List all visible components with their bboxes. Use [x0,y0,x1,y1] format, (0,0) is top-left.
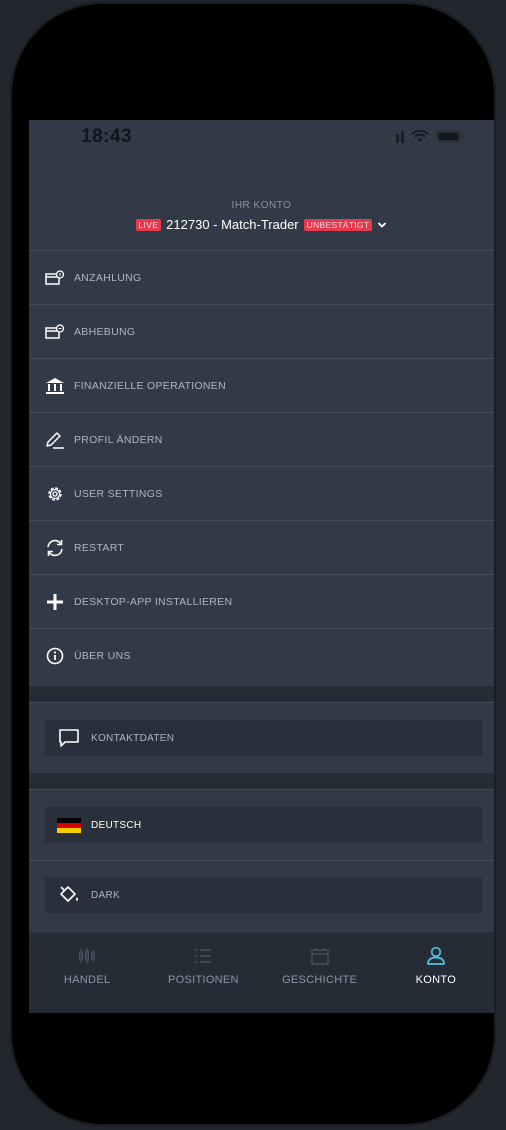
contact-section: KONTAKTDATEN [29,702,494,774]
account-menu: ANZAHLUNG ABHEBUNG FINANZIELLE OPERATION… [29,250,494,682]
status-icons [386,130,464,143]
theme-selector[interactable]: DARK [45,877,482,913]
unconfirmed-badge: UNBESTÄTIGT [303,218,373,231]
tab-geschichte[interactable]: GESCHICHTE [262,933,378,1013]
divider [29,860,494,861]
tab-label-konto: KONTO [415,974,457,986]
tab-label-handel: HANDEL [63,974,111,986]
candlestick-icon [76,945,98,967]
menu-item-financial-operations[interactable]: FINANZIELLE OPERATIONEN [29,358,494,412]
german-flag-icon [57,814,81,836]
tab-label-positionen: POSITIONEN [167,974,239,986]
tab-konto[interactable]: KONTO [378,933,494,1013]
bottom-tab-bar: HANDEL POSITIONEN GESCHICHTE KONTO [29,932,494,1013]
account-name: 212730 - Match-Trader [166,217,299,232]
language-label: DEUTSCH [91,819,142,831]
menu-item-edit-profile[interactable]: PROFIL ÄNDERN [29,412,494,466]
tab-label-geschichte: GESCHICHTE [282,974,358,986]
chat-icon [57,727,81,749]
account-header: IHR KONTO LIVE 212730 - Match-Trader UNB… [29,200,494,232]
signal-icon [386,130,404,143]
list-icon [192,945,214,967]
info-icon [44,645,66,667]
section-divider [29,773,494,789]
status-time: 18:43 [81,126,133,147]
chevron-down-icon[interactable] [377,220,387,230]
section-divider [29,686,494,702]
gear-icon [44,483,66,505]
status-bar: 18:43 [29,120,494,160]
theme-label: DARK [91,889,120,901]
refresh-icon [44,537,66,559]
menu-label-deposit: ANZAHLUNG [74,271,142,284]
user-icon [425,945,447,967]
preferences-section: DEUTSCH DARK [29,789,494,936]
menu-label-restart: RESTART [74,541,125,554]
menu-label-withdrawal: ABHEBUNG [74,325,136,338]
paint-bucket-icon [57,884,81,906]
wifi-icon [411,130,429,142]
menu-item-restart[interactable]: RESTART [29,520,494,574]
contact-label: KONTAKTDATEN [91,732,175,744]
menu-label-user-settings: USER SETTINGS [74,487,163,500]
menu-item-about-us[interactable]: ÜBER UNS [29,628,494,682]
live-badge: LIVE [135,218,162,231]
deposit-icon [44,267,66,289]
battery-icon [436,130,464,143]
calendar-icon [309,945,331,967]
menu-item-user-settings[interactable]: USER SETTINGS [29,466,494,520]
plus-icon [44,591,66,613]
menu-label-edit-profile: PROFIL ÄNDERN [74,433,163,446]
app-screen: 18:43 IHR KONTO LIVE 212730 - Match-Trad… [29,120,494,1013]
contact-button[interactable]: KONTAKTDATEN [45,720,482,756]
menu-label-about-us: ÜBER UNS [74,649,131,662]
language-selector[interactable]: DEUTSCH [45,807,482,843]
menu-label-financial-operations: FINANZIELLE OPERATIONEN [74,379,226,392]
menu-item-deposit[interactable]: ANZAHLUNG [29,250,494,304]
menu-item-install-desktop-app[interactable]: DESKTOP-APP INSTALLIEREN [29,574,494,628]
menu-label-install-desktop-app: DESKTOP-APP INSTALLIEREN [74,595,233,608]
menu-item-withdrawal[interactable]: ABHEBUNG [29,304,494,358]
account-selector[interactable]: LIVE 212730 - Match-Trader UNBESTÄTIGT [29,217,494,232]
tab-positionen[interactable]: POSITIONEN [145,933,261,1013]
withdrawal-icon [44,321,66,343]
tab-handel[interactable]: HANDEL [29,933,145,1013]
account-label: IHR KONTO [231,200,292,211]
bank-icon [44,375,66,397]
pencil-icon [44,429,66,451]
